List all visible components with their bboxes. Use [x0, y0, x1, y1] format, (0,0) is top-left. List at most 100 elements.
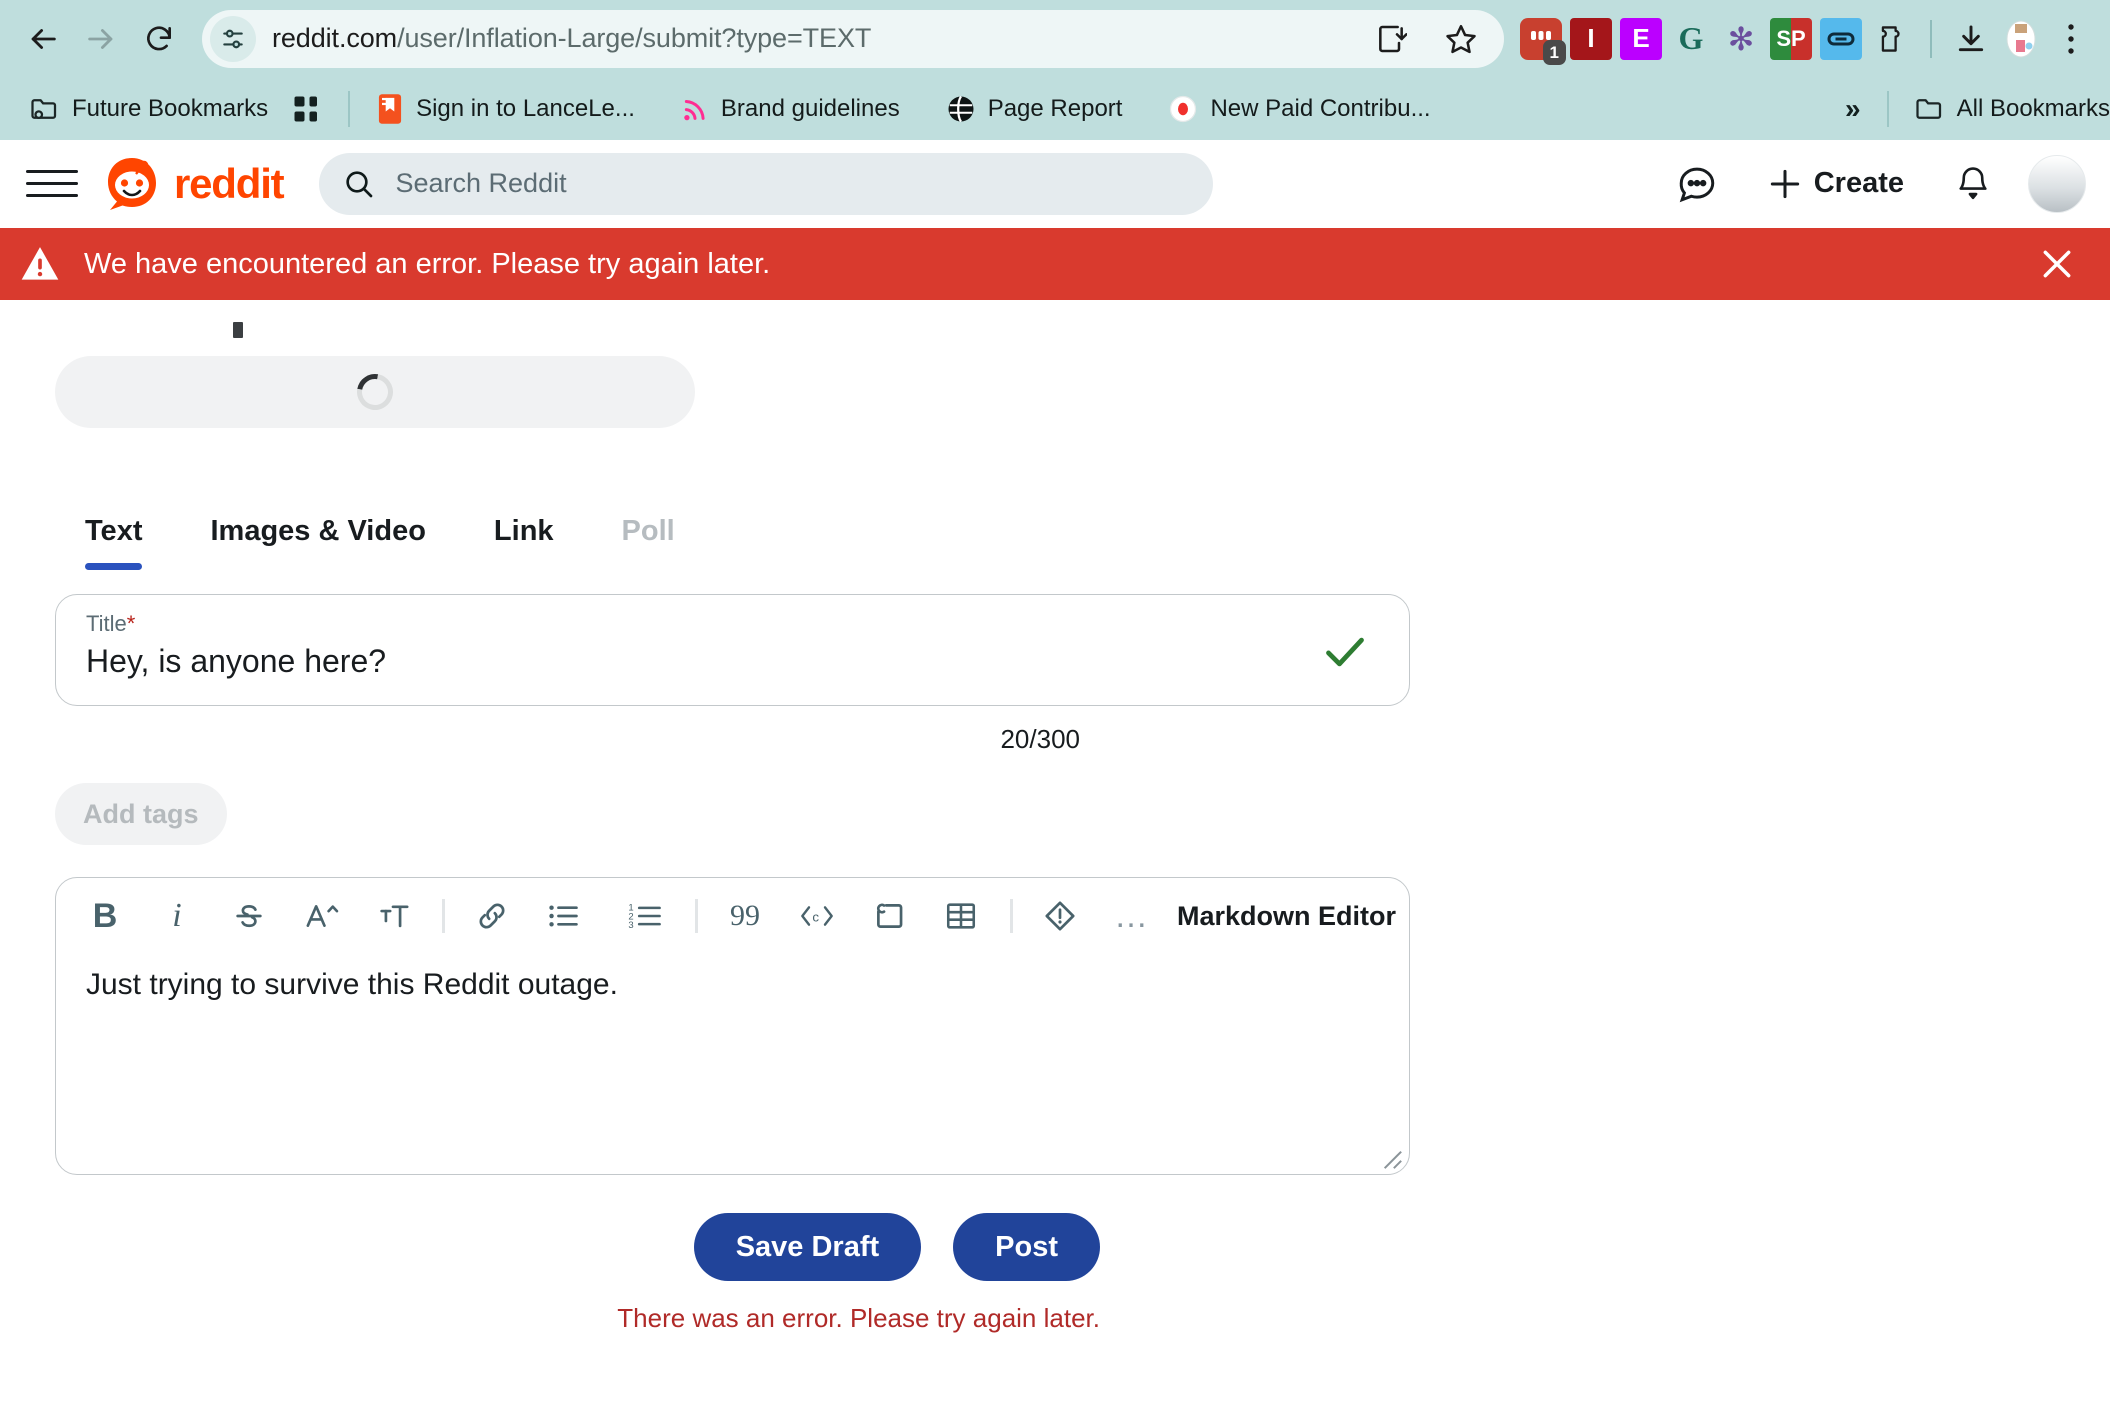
chat-button[interactable]	[1668, 155, 1726, 213]
warning-triangle-icon	[21, 247, 59, 280]
green-checkmark-icon	[1326, 637, 1364, 667]
heading-glyph	[380, 905, 409, 928]
italic-icon[interactable]: i	[150, 889, 204, 943]
install-app-button[interactable]	[1362, 10, 1420, 68]
reddit-header: reddit Search Reddit Create	[0, 140, 2110, 228]
extension-puzzle[interactable]	[1870, 18, 1912, 60]
ol-glyph: 1 2 3	[628, 903, 661, 931]
reload-button[interactable]	[130, 10, 188, 68]
extensions-row: 1 I E G ✻ SP	[1520, 17, 2092, 65]
svg-text:c: c	[812, 909, 819, 924]
error-banner: We have encountered an error. Please try…	[0, 228, 2110, 300]
toolbar-divider	[1930, 19, 1932, 58]
profile-button[interactable]	[2000, 18, 2042, 60]
rss-pink-icon	[684, 99, 705, 120]
bookmark-label: Sign in to LanceLe...	[416, 94, 635, 122]
more-options-icon[interactable]: …	[1105, 889, 1159, 943]
link-chain-icon	[1827, 32, 1855, 45]
table-glyph	[946, 903, 976, 929]
code-block-icon[interactable]	[862, 889, 916, 943]
heading-icon[interactable]	[366, 889, 420, 943]
chevron-double-right-icon: »	[1845, 92, 1861, 124]
all-bookmarks-button[interactable]: All Bookmarks	[1903, 89, 2110, 129]
form-error-message: There was an error. Please try again lat…	[617, 1303, 1100, 1333]
browser-menu-button[interactable]	[2050, 18, 2092, 60]
error-banner-close-button[interactable]	[2032, 239, 2082, 289]
bookmarks-divider-right	[1886, 90, 1889, 127]
site-settings-button[interactable]	[210, 15, 256, 62]
add-tags-button[interactable]: Add tags	[55, 783, 227, 845]
tab-text[interactable]: Text	[85, 515, 143, 570]
extension-red-square[interactable]: 1	[1520, 17, 1566, 65]
link-icon[interactable]	[465, 889, 519, 943]
arrow-left-icon	[31, 28, 56, 49]
hamburger-menu-button[interactable]	[26, 158, 78, 210]
chat-bubble-icon	[1679, 167, 1714, 202]
title-label-text: Title	[86, 611, 127, 636]
bold-icon[interactable]: B	[78, 889, 132, 943]
bookmark-new-paid-contribu[interactable]: New Paid Contribu...	[1156, 88, 1442, 130]
bookmark-label: Page Report	[987, 94, 1123, 122]
editor-mode-label[interactable]: Markdown Editor	[1177, 901, 1404, 932]
post-body-editor: B i 1 2 3 99 c … Markdown Editor Just tr…	[55, 877, 1410, 1175]
create-label: Create	[1813, 167, 1904, 199]
tab-label: Poll	[621, 515, 675, 547]
url-text: reddit.com/user/Inflation-Large/submit?t…	[272, 23, 871, 54]
notifications-button[interactable]	[1944, 155, 2002, 213]
tab-link[interactable]: Link	[494, 515, 554, 570]
bookmarks-divider	[348, 90, 351, 127]
post-body-textarea[interactable]: Just trying to survive this Reddit outag…	[56, 954, 1409, 1174]
bell-icon	[1959, 166, 1987, 199]
bookmark-page-report[interactable]: Page Report	[934, 88, 1135, 130]
tune-site-settings-icon	[223, 29, 243, 48]
create-post-button[interactable]: Create	[1752, 157, 1918, 211]
bulleted-list-icon[interactable]	[537, 889, 591, 943]
bookmark-future-bookmarks[interactable]: Future Bookmarks	[18, 89, 280, 129]
reddit-logo-link[interactable]: reddit	[100, 152, 285, 216]
reload-icon	[147, 25, 171, 50]
all-bookmarks-label: All Bookmarks	[1956, 94, 2110, 122]
forward-button[interactable]	[72, 10, 130, 68]
community-picker[interactable]	[55, 356, 695, 428]
downloads-button[interactable]	[1950, 18, 1992, 60]
title-input[interactable]: Title* Hey, is anyone here?	[55, 594, 1410, 706]
search-icon	[346, 170, 373, 197]
bookmark-brand-guidelines[interactable]: Brand guidelines	[669, 88, 912, 130]
title-label: Title*	[86, 611, 1329, 637]
inline-code-icon[interactable]: c	[790, 889, 844, 943]
spoiler-icon[interactable]	[1033, 889, 1087, 943]
post-type-tabs: Text Images & Video Link Poll	[55, 494, 1410, 570]
extension-1password[interactable]: I	[1570, 17, 1612, 60]
svg-text:3: 3	[628, 920, 633, 931]
extension-e-purple[interactable]: E	[1620, 17, 1662, 60]
browser-nav-row: reddit.com/user/Inflation-Large/submit?t…	[0, 0, 2110, 77]
extension-flower[interactable]: ✻	[1720, 18, 1762, 60]
bookmark-apps-grid[interactable]	[280, 88, 334, 130]
table-icon[interactable]	[934, 889, 988, 943]
strikethrough-icon[interactable]	[222, 889, 276, 943]
extension-grammarly[interactable]: G	[1670, 18, 1712, 60]
star-icon	[1446, 24, 1476, 53]
extension-sp[interactable]: SP	[1770, 17, 1812, 60]
tab-images-video[interactable]: Images & Video	[210, 515, 425, 570]
globe-black-icon	[948, 95, 974, 122]
extension-link[interactable]	[1820, 17, 1862, 60]
back-button[interactable]	[14, 10, 72, 68]
bookmark-sign-in-lancele[interactable]: Sign in to LanceLe...	[364, 87, 647, 131]
extension-badge-count: 1	[1542, 39, 1566, 65]
superscript-icon[interactable]	[294, 889, 348, 943]
post-button[interactable]: Post	[953, 1213, 1100, 1281]
arrow-right-icon	[88, 28, 113, 49]
editor-resize-handle[interactable]	[1381, 1148, 1403, 1170]
numbered-list-icon[interactable]: 1 2 3	[619, 889, 673, 943]
bookmark-star-button[interactable]	[1432, 10, 1490, 68]
add-tags-label: Add tags	[83, 798, 199, 829]
download-icon	[1958, 25, 1984, 51]
blockquote-icon[interactable]: 99	[718, 889, 772, 943]
save-draft-button[interactable]: Save Draft	[693, 1213, 922, 1281]
search-input[interactable]: Search Reddit	[319, 152, 1214, 215]
bookmarks-overflow-button[interactable]: »	[1833, 87, 1873, 131]
user-avatar[interactable]	[2028, 154, 2086, 213]
toolbar-divider	[1010, 899, 1013, 933]
address-bar[interactable]: reddit.com/user/Inflation-Large/submit?t…	[202, 9, 1504, 68]
